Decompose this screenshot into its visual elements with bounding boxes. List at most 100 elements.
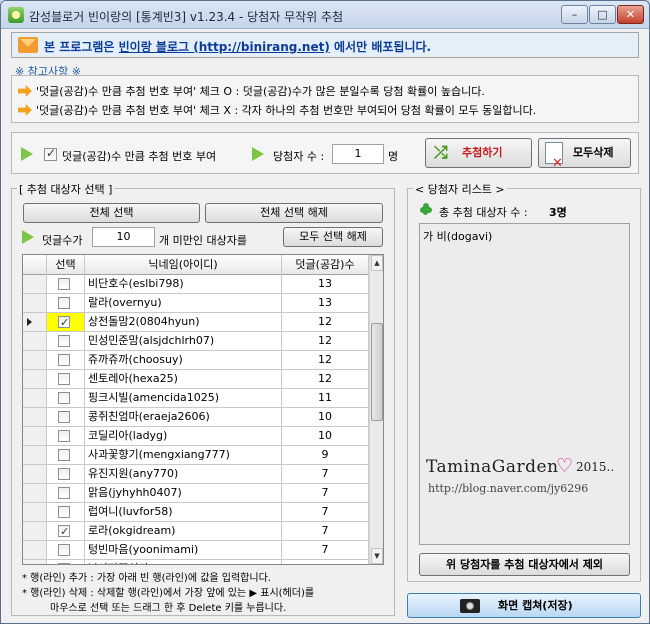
clear-all-button[interactable]: 모두삭제	[538, 138, 631, 178]
nickname-cell[interactable]: 랄라(overnyu)	[85, 294, 282, 313]
select-cell[interactable]	[47, 427, 85, 446]
nickname-cell[interactable]: 민성민준맘(alsjdchlrh07)	[85, 332, 282, 351]
nickname-cell[interactable]: 유진지원(any770)	[85, 465, 282, 484]
table-row[interactable]: 랄라(overnyu) 13	[23, 294, 369, 313]
nickname-cell[interactable]: 코딜리아(ladyg)	[85, 427, 282, 446]
nickname-cell[interactable]: 텅빈마음(yoonimami)	[85, 541, 282, 560]
column-select[interactable]: 선택	[47, 255, 85, 275]
nickname-cell[interactable]: 비단호수(eslbi798)	[85, 275, 282, 294]
select-all-button[interactable]: 전체 선택	[23, 203, 200, 223]
table-row[interactable]: 민성민준맘(alsjdchlrh07) 12	[23, 332, 369, 351]
deselect-all-button[interactable]: 전체 선택 해제	[205, 203, 383, 223]
table-row[interactable]: 날아라쭈설아(karma2kr)6	[23, 560, 369, 564]
maximize-button[interactable]: □	[589, 5, 616, 24]
row-checkbox[interactable]	[58, 523, 70, 540]
scroll-thumb[interactable]	[371, 323, 383, 421]
count-cell[interactable]: 6	[282, 560, 369, 564]
row-header[interactable]	[23, 446, 47, 465]
row-checkbox[interactable]	[58, 506, 70, 518]
select-cell[interactable]	[47, 541, 85, 560]
count-cell[interactable]: 7	[282, 465, 369, 484]
row-checkbox[interactable]	[58, 487, 70, 499]
row-checkbox[interactable]	[58, 278, 70, 290]
row-checkbox[interactable]	[58, 335, 70, 347]
row-header[interactable]	[23, 275, 47, 294]
table-row[interactable]: 비단호수(eslbi798) 13	[23, 275, 369, 294]
select-cell[interactable]	[47, 313, 85, 332]
column-nickname[interactable]: 닉네임(아이디)	[85, 255, 282, 275]
row-header[interactable]	[23, 427, 47, 446]
select-cell[interactable]	[47, 275, 85, 294]
count-cell[interactable]: 9	[282, 446, 369, 465]
row-header[interactable]	[23, 313, 47, 332]
count-cell[interactable]: 12	[282, 332, 369, 351]
row-header[interactable]	[23, 503, 47, 522]
row-header[interactable]	[23, 522, 47, 541]
nickname-cell[interactable]: 날아라쭈설아(karma2kr)	[85, 560, 282, 564]
table-row[interactable]: 럽여니(luvfor58) 7	[23, 503, 369, 522]
row-header[interactable]	[23, 294, 47, 313]
count-cell[interactable]: 10	[282, 408, 369, 427]
row-checkbox[interactable]	[58, 449, 70, 461]
row-checkbox[interactable]	[58, 430, 70, 442]
select-cell[interactable]	[47, 522, 85, 541]
table-row[interactable]: 유진지원(any770) 7	[23, 465, 369, 484]
table-row[interactable]: 사과꽃향기(mengxiang777) 9	[23, 446, 369, 465]
table-row[interactable]: 맑음(jyhyhh0407) 7	[23, 484, 369, 503]
row-checkbox[interactable]	[58, 297, 70, 309]
scroll-up-arrow[interactable]: ▲	[371, 255, 383, 271]
table-row[interactable]: 코딜리아(ladyg) 10	[23, 427, 369, 446]
row-header[interactable]	[23, 370, 47, 389]
row-header[interactable]	[23, 332, 47, 351]
filter-threshold-input[interactable]: 10	[92, 227, 155, 247]
select-cell[interactable]	[47, 503, 85, 522]
count-cell[interactable]: 11	[282, 389, 369, 408]
table-row[interactable]: 핑크시빌(amencida1025) 11	[23, 389, 369, 408]
nickname-cell[interactable]: 핑크시빌(amencida1025)	[85, 389, 282, 408]
row-checkbox[interactable]	[58, 411, 70, 423]
table-row[interactable]: 상전돌맘2(0804hyun)12	[23, 313, 369, 332]
count-cell[interactable]: 7	[282, 484, 369, 503]
filter-deselect-button[interactable]: 모두 선택 해제	[283, 227, 383, 247]
row-header[interactable]	[23, 484, 47, 503]
nickname-cell[interactable]: 로라(okgidream)	[85, 522, 282, 541]
table-row[interactable]: 로라(okgidream)7	[23, 522, 369, 541]
count-cell[interactable]: 7	[282, 541, 369, 560]
row-checkbox[interactable]	[58, 392, 70, 404]
capture-screen-button[interactable]: 화면 캡쳐(저장)	[407, 593, 641, 618]
weight-label[interactable]: 덧글(공감)수 만큼 추첨 번호 부여	[62, 148, 216, 164]
row-checkbox[interactable]	[58, 314, 70, 331]
row-header[interactable]	[23, 541, 47, 560]
winner-entry[interactable]: 가 비(dogavi)	[423, 228, 492, 244]
row-checkbox[interactable]	[58, 373, 70, 385]
table-row[interactable]: 센토레아(hexa25) 12	[23, 370, 369, 389]
count-cell[interactable]: 7	[282, 503, 369, 522]
nickname-cell[interactable]: 사과꽃향기(mengxiang777)	[85, 446, 282, 465]
select-cell[interactable]	[47, 370, 85, 389]
table-row[interactable]: 쥬까쥬까(choosuy) 12	[23, 351, 369, 370]
count-cell[interactable]: 12	[282, 313, 369, 332]
nickname-cell[interactable]: 쥬까쥬까(choosuy)	[85, 351, 282, 370]
count-cell[interactable]: 7	[282, 522, 369, 541]
row-header[interactable]	[23, 351, 47, 370]
nickname-cell[interactable]: 콩쥐친엄마(eraeja2606)	[85, 408, 282, 427]
row-checkbox[interactable]	[58, 354, 70, 366]
row-header[interactable]	[23, 560, 47, 564]
count-cell[interactable]: 13	[282, 275, 369, 294]
row-checkbox[interactable]	[58, 544, 70, 556]
select-cell[interactable]	[47, 332, 85, 351]
nickname-cell[interactable]: 맑음(jyhyhh0407)	[85, 484, 282, 503]
select-cell[interactable]	[47, 484, 85, 503]
table-row[interactable]: 텅빈마음(yoonimami) 7	[23, 541, 369, 560]
row-checkbox[interactable]	[58, 563, 70, 564]
exclude-winner-button[interactable]: 위 당첨자를 추첨 대상자에서 제외	[419, 553, 630, 576]
select-cell[interactable]	[47, 351, 85, 370]
close-button[interactable]: ✕	[617, 5, 644, 24]
select-cell[interactable]	[47, 389, 85, 408]
count-cell[interactable]: 12	[282, 370, 369, 389]
nickname-cell[interactable]: 상전돌맘2(0804hyun)	[85, 313, 282, 332]
minimize-button[interactable]: –	[561, 5, 588, 24]
count-cell[interactable]: 12	[282, 351, 369, 370]
select-cell[interactable]	[47, 465, 85, 484]
blog-link[interactable]: 빈이랑 블로그 (http://binirang.net)	[119, 40, 330, 54]
